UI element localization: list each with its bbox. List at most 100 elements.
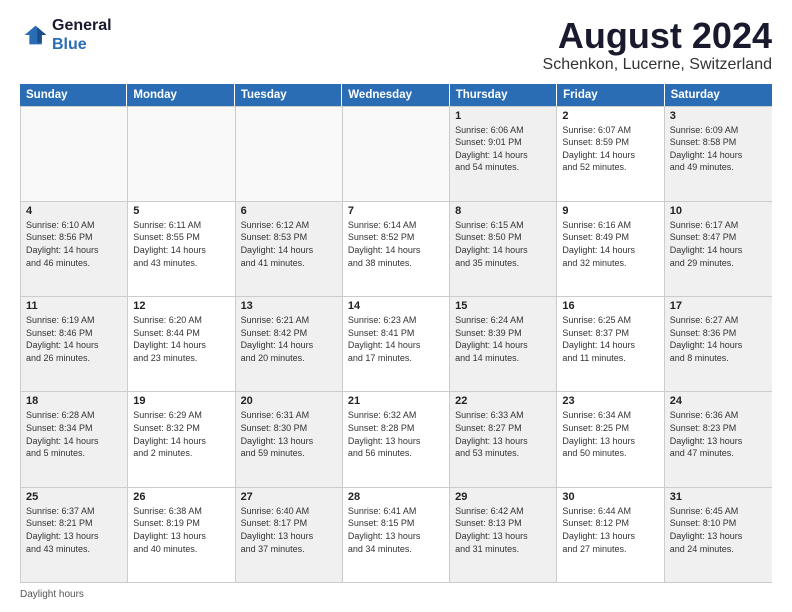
day-number: 20 (241, 395, 337, 407)
footer-text: Daylight hours (20, 589, 84, 600)
cal-cell-day-5: 5 Sunrise: 6:11 AM Sunset: 8:55 PM Daylig… (128, 202, 235, 296)
cal-cell-day-19: 19 Sunrise: 6:29 AM Sunset: 8:32 PM Dayli… (128, 392, 235, 486)
cell-info: Sunrise: 6:44 AM Sunset: 8:12 PM Dayligh… (562, 505, 658, 555)
day-number: 28 (348, 491, 444, 503)
cal-header-sunday: Sunday (20, 84, 127, 106)
cal-cell-day-30: 30 Sunrise: 6:44 AM Sunset: 8:12 PM Dayli… (557, 488, 664, 582)
cal-cell-day-6: 6 Sunrise: 6:12 AM Sunset: 8:53 PM Daylig… (236, 202, 343, 296)
cal-cell-day-28: 28 Sunrise: 6:41 AM Sunset: 8:15 PM Dayli… (343, 488, 450, 582)
cal-row-2: 4 Sunrise: 6:10 AM Sunset: 8:56 PM Daylig… (21, 201, 772, 296)
cal-cell-day-10: 10 Sunrise: 6:17 AM Sunset: 8:47 PM Dayli… (665, 202, 772, 296)
cell-info: Sunrise: 6:15 AM Sunset: 8:50 PM Dayligh… (455, 219, 551, 269)
main-title: August 2024 (543, 16, 772, 56)
cal-cell-day-15: 15Sunrise: 6:24 AM Sunset: 8:39 PM Dayli… (450, 297, 557, 391)
cal-cell-day-7: 7Sunrise: 6:14 AM Sunset: 8:52 PM Daylig… (343, 202, 450, 296)
cell-info: Sunrise: 6:34 AM Sunset: 8:25 PM Dayligh… (562, 409, 658, 459)
cell-info: Sunrise: 6:07 AM Sunset: 8:59 PM Dayligh… (562, 124, 658, 174)
cell-info: Sunrise: 6:40 AM Sunset: 8:17 PM Dayligh… (241, 505, 337, 555)
cell-info: Sunrise: 6:12 AM Sunset: 8:53 PM Dayligh… (241, 219, 337, 269)
cal-cell-day-26: 26Sunrise: 6:38 AM Sunset: 8:19 PM Dayli… (128, 488, 235, 582)
cal-cell-empty (21, 107, 128, 201)
cal-header-wednesday: Wednesday (342, 84, 449, 106)
calendar: SundayMondayTuesdayWednesdayThursdayFrid… (20, 84, 772, 583)
day-number: 31 (670, 491, 767, 503)
cell-info: Sunrise: 6:42 AM Sunset: 8:13 PM Dayligh… (455, 505, 551, 555)
cell-info: Sunrise: 6:16 AM Sunset: 8:49 PM Dayligh… (562, 219, 658, 269)
cal-row-4: 18 Sunrise: 6:28 AM Sunset: 8:34 PM Dayli… (21, 391, 772, 486)
cal-cell-day-13: 13Sunrise: 6:21 AM Sunset: 8:42 PM Dayli… (236, 297, 343, 391)
cal-cell-day-2: 2Sunrise: 6:07 AM Sunset: 8:59 PM Daylig… (557, 107, 664, 201)
calendar-header: SundayMondayTuesdayWednesdayThursdayFrid… (20, 84, 772, 106)
subtitle: Schenkon, Lucerne, Switzerland (543, 56, 772, 74)
cell-info: Sunrise: 6:31 AM Sunset: 8:30 PM Dayligh… (241, 409, 337, 459)
logo-icon (20, 21, 48, 49)
day-number: 21 (348, 395, 444, 407)
cell-info: Sunrise: 6:27 AM Sunset: 8:36 PM Dayligh… (670, 314, 767, 364)
cell-info: Sunrise: 6:28 AM Sunset: 8:34 PM Dayligh… (26, 409, 122, 459)
cal-row-5: 25Sunrise: 6:37 AM Sunset: 8:21 PM Dayli… (21, 487, 772, 582)
day-number: 26 (133, 491, 229, 503)
day-number: 5 (133, 205, 229, 217)
day-number: 12 (133, 300, 229, 312)
day-number: 23 (562, 395, 658, 407)
day-number: 14 (348, 300, 444, 312)
cell-info: Sunrise: 6:06 AM Sunset: 9:01 PM Dayligh… (455, 124, 551, 174)
cell-info: Sunrise: 6:29 AM Sunset: 8:32 PM Dayligh… (133, 409, 229, 459)
cal-cell-day-18: 18 Sunrise: 6:28 AM Sunset: 8:34 PM Dayli… (21, 392, 128, 486)
cell-info: Sunrise: 6:33 AM Sunset: 8:27 PM Dayligh… (455, 409, 551, 459)
cell-info: Sunrise: 6:10 AM Sunset: 8:56 PM Dayligh… (26, 219, 122, 269)
logo-text: General Blue (52, 16, 112, 54)
day-number: 10 (670, 205, 767, 217)
day-number: 16 (562, 300, 658, 312)
cal-cell-day-9: 9 Sunrise: 6:16 AM Sunset: 8:49 PM Daylig… (557, 202, 664, 296)
cal-header-tuesday: Tuesday (235, 84, 342, 106)
day-number: 22 (455, 395, 551, 407)
cell-info: Sunrise: 6:41 AM Sunset: 8:15 PM Dayligh… (348, 505, 444, 555)
day-number: 25 (26, 491, 122, 503)
cal-cell-day-17: 17Sunrise: 6:27 AM Sunset: 8:36 PM Dayli… (665, 297, 772, 391)
day-number: 4 (26, 205, 122, 217)
day-number: 19 (133, 395, 229, 407)
day-number: 27 (241, 491, 337, 503)
logo-line2: Blue (52, 35, 112, 54)
cal-cell-day-12: 12 Sunrise: 6:20 AM Sunset: 8:44 PM Dayli… (128, 297, 235, 391)
cell-info: Sunrise: 6:24 AM Sunset: 8:39 PM Dayligh… (455, 314, 551, 364)
cell-info: Sunrise: 6:09 AM Sunset: 8:58 PM Dayligh… (670, 124, 767, 174)
cal-cell-empty (343, 107, 450, 201)
cal-cell-day-27: 27 Sunrise: 6:40 AM Sunset: 8:17 PM Dayli… (236, 488, 343, 582)
day-number: 3 (670, 110, 767, 122)
day-number: 13 (241, 300, 337, 312)
cell-info: Sunrise: 6:45 AM Sunset: 8:10 PM Dayligh… (670, 505, 767, 555)
cal-cell-day-31: 31 Sunrise: 6:45 AM Sunset: 8:10 PM Dayli… (665, 488, 772, 582)
day-number: 30 (562, 491, 658, 503)
cell-info: Sunrise: 6:17 AM Sunset: 8:47 PM Dayligh… (670, 219, 767, 269)
cal-cell-day-1: 1Sunrise: 6:06 AM Sunset: 9:01 PM Daylig… (450, 107, 557, 201)
day-number: 29 (455, 491, 551, 503)
cell-info: Sunrise: 6:36 AM Sunset: 8:23 PM Dayligh… (670, 409, 767, 459)
day-number: 7 (348, 205, 444, 217)
cal-cell-day-21: 21 Sunrise: 6:32 AM Sunset: 8:28 PM Dayli… (343, 392, 450, 486)
day-number: 9 (562, 205, 658, 217)
header: General Blue August 2024 Schenkon, Lucer… (20, 16, 772, 74)
page: General Blue August 2024 Schenkon, Lucer… (0, 0, 792, 612)
cell-info: Sunrise: 6:25 AM Sunset: 8:37 PM Dayligh… (562, 314, 658, 364)
cal-header-friday: Friday (557, 84, 664, 106)
cal-header-thursday: Thursday (450, 84, 557, 106)
cal-cell-empty (236, 107, 343, 201)
cal-cell-empty (128, 107, 235, 201)
cal-cell-day-8: 8Sunrise: 6:15 AM Sunset: 8:50 PM Daylig… (450, 202, 557, 296)
cal-cell-day-29: 29 Sunrise: 6:42 AM Sunset: 8:13 PM Dayli… (450, 488, 557, 582)
cal-cell-day-23: 23 Sunrise: 6:34 AM Sunset: 8:25 PM Dayli… (557, 392, 664, 486)
cal-row-1: 1Sunrise: 6:06 AM Sunset: 9:01 PM Daylig… (21, 106, 772, 201)
cal-cell-day-25: 25Sunrise: 6:37 AM Sunset: 8:21 PM Dayli… (21, 488, 128, 582)
footer: Daylight hours (20, 589, 772, 600)
logo: General Blue (20, 16, 112, 54)
cell-info: Sunrise: 6:11 AM Sunset: 8:55 PM Dayligh… (133, 219, 229, 269)
cell-info: Sunrise: 6:20 AM Sunset: 8:44 PM Dayligh… (133, 314, 229, 364)
day-number: 24 (670, 395, 767, 407)
day-number: 18 (26, 395, 122, 407)
cal-cell-day-22: 22 Sunrise: 6:33 AM Sunset: 8:27 PM Dayli… (450, 392, 557, 486)
cell-info: Sunrise: 6:32 AM Sunset: 8:28 PM Dayligh… (348, 409, 444, 459)
day-number: 6 (241, 205, 337, 217)
cal-row-3: 11Sunrise: 6:19 AM Sunset: 8:46 PM Dayli… (21, 296, 772, 391)
